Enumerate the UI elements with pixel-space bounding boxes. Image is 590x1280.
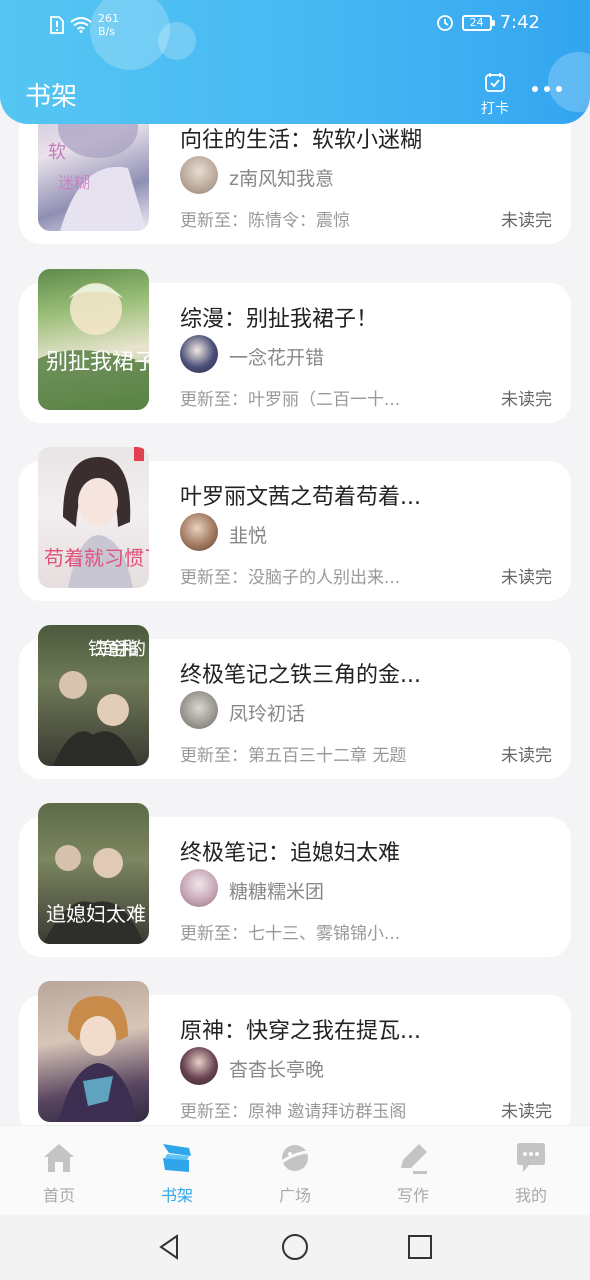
update-info: 更新至：没脑子的人别出来... bbox=[180, 568, 401, 588]
nav-label: 首页 bbox=[42, 1186, 75, 1205]
speed-value: 261 bbox=[98, 12, 119, 25]
bottom-nav: 首页 书架 广场 写作 我的 bbox=[0, 1125, 590, 1215]
top-header: 261 B/s 24 7:42 书架 打卡 bbox=[0, 0, 590, 124]
book-card[interactable]: 苟着就习惯了 叶罗丽文茜之苟着苟着... 韭悦 更新至：没脑子的人别出来... … bbox=[19, 447, 571, 601]
dot-icon bbox=[544, 86, 550, 92]
book-card[interactable]: 铁三角金手指的 终极笔记之铁三角的金... 凤玲初话 更新至：第五百三十二章 无… bbox=[19, 625, 571, 779]
author-avatar bbox=[180, 156, 218, 194]
cover-title-text: 苟着就习惯了 bbox=[44, 546, 149, 570]
author-name: 糖糖糯米团 bbox=[229, 881, 325, 903]
update-info: 更新至：七十三、雾锦锦小... bbox=[180, 924, 401, 944]
bookshelf-list[interactable]: 软 迷糊 向往的生活：软软小迷糊 z南风知我意 更新至：陈情令：震惊 未读完 别… bbox=[0, 0, 590, 1125]
cover-title-text: 铁三角金手指的 bbox=[88, 639, 146, 660]
book-cover[interactable]: 别扯我裙子 bbox=[38, 269, 149, 410]
svg-text:迷糊: 迷糊 bbox=[58, 173, 90, 192]
wifi-icon bbox=[70, 17, 92, 33]
home-circle-icon[interactable] bbox=[280, 1232, 310, 1262]
status-bar: 261 B/s 24 7:42 bbox=[0, 0, 590, 48]
book-cover[interactable]: 苟着就习惯了 bbox=[38, 447, 149, 588]
checkin-label: 打卡 bbox=[481, 101, 509, 117]
decor-bubble bbox=[548, 52, 590, 112]
calendar-check-icon bbox=[485, 73, 505, 92]
update-info: 更新至：陈情令：震惊 bbox=[180, 211, 350, 231]
bookshelf-icon bbox=[163, 1144, 191, 1172]
update-info: 更新至：原神 邀请拜访群玉阁 bbox=[180, 1102, 407, 1122]
cover-title-text: 追媳妇太难 bbox=[46, 902, 146, 926]
author-name: 韭悦 bbox=[229, 525, 268, 547]
checkin-button[interactable]: 打卡 bbox=[475, 72, 515, 118]
more-options-button[interactable] bbox=[532, 86, 562, 92]
dot-icon bbox=[532, 86, 538, 92]
read-status: 未读完 bbox=[501, 1102, 552, 1122]
battery-indicator: 24 bbox=[461, 14, 495, 31]
nav-label: 写作 bbox=[396, 1186, 429, 1205]
network-speed: 261 B/s bbox=[98, 12, 119, 38]
book-card[interactable]: 别扯我裙子 综漫：别扯我裙子！ 一念花开错 更新至：叶罗丽（二百一十... 未读… bbox=[19, 269, 571, 423]
book-card[interactable]: 软 迷糊 向往的生活：软软小迷糊 z南风知我意 更新至：陈情令：震惊 未读完 bbox=[19, 98, 571, 244]
author-avatar bbox=[180, 691, 218, 729]
book-title: 向往的生活：软软小迷糊 bbox=[180, 128, 423, 153]
book-title: 终极笔记：追媳妇太难 bbox=[180, 841, 401, 866]
speed-unit: B/s bbox=[98, 25, 115, 38]
read-status: 未读完 bbox=[501, 746, 552, 766]
nav-bookshelf[interactable]: 书架 bbox=[118, 1126, 236, 1215]
author-avatar bbox=[180, 335, 218, 373]
chat-bubble-icon bbox=[517, 1143, 545, 1172]
status-left: 261 B/s bbox=[50, 12, 119, 38]
nav-write[interactable]: 写作 bbox=[354, 1126, 472, 1215]
book-title: 原神：快穿之我在提瓦... bbox=[180, 1019, 421, 1044]
nav-home[interactable]: 首页 bbox=[0, 1126, 118, 1215]
nav-plaza[interactable]: 广场 bbox=[236, 1126, 354, 1215]
author-name: z南风知我意 bbox=[229, 168, 334, 190]
sim-alert-icon bbox=[50, 16, 64, 34]
update-info: 更新至：叶罗丽（二百一十... bbox=[180, 390, 401, 410]
system-nav-bar bbox=[0, 1215, 590, 1280]
update-info: 更新至：第五百三十二章 无题 bbox=[180, 746, 407, 766]
back-triangle-icon[interactable] bbox=[155, 1232, 185, 1262]
read-status: 未读完 bbox=[501, 568, 552, 588]
book-cover[interactable]: 追媳妇太难 bbox=[38, 803, 149, 944]
nav-label: 广场 bbox=[278, 1186, 311, 1205]
author-name: 杳杳长亭晚 bbox=[229, 1059, 325, 1081]
pen-icon bbox=[401, 1144, 427, 1174]
read-status: 未读完 bbox=[501, 390, 552, 410]
book-title: 终极笔记之铁三角的金... bbox=[180, 663, 421, 688]
author-avatar bbox=[180, 1047, 218, 1085]
recents-square-icon[interactable] bbox=[405, 1232, 435, 1262]
alarm-icon bbox=[436, 14, 453, 31]
book-cover[interactable]: 铁三角金手指的 bbox=[38, 625, 149, 766]
cover-title-text: 别扯我裙子 bbox=[46, 350, 149, 375]
book-title: 叶罗丽文茜之苟着苟着... bbox=[180, 485, 421, 510]
author-name: 凤玲初话 bbox=[229, 703, 306, 725]
author-avatar bbox=[180, 513, 218, 551]
author-avatar bbox=[180, 869, 218, 907]
book-cover[interactable] bbox=[38, 981, 149, 1122]
status-right: 24 7:42 bbox=[436, 12, 540, 33]
app-screen: 软 迷糊 向往的生活：软软小迷糊 z南风知我意 更新至：陈情令：震惊 未读完 别… bbox=[0, 0, 590, 1280]
dot-icon bbox=[556, 86, 562, 92]
author-name: 一念花开错 bbox=[229, 347, 325, 369]
book-card[interactable]: 追媳妇太难 终极笔记：追媳妇太难 糖糖糯米团 更新至：七十三、雾锦锦小... bbox=[19, 803, 571, 957]
planet-icon bbox=[278, 1145, 312, 1171]
nav-mine[interactable]: 我的 bbox=[472, 1126, 590, 1215]
read-status: 未读完 bbox=[501, 211, 552, 231]
nav-label: 书架 bbox=[160, 1186, 193, 1205]
home-icon bbox=[44, 1144, 74, 1172]
page-title: 书架 bbox=[25, 82, 78, 112]
book-card[interactable]: 原神：快穿之我在提瓦... 杳杳长亭晚 更新至：原神 邀请拜访群玉阁 未读完 bbox=[19, 981, 571, 1125]
book-title: 综漫：别扯我裙子！ bbox=[180, 307, 379, 332]
nav-label: 我的 bbox=[514, 1186, 547, 1205]
clock: 7:42 bbox=[499, 12, 540, 33]
svg-text:软: 软 bbox=[48, 142, 66, 163]
